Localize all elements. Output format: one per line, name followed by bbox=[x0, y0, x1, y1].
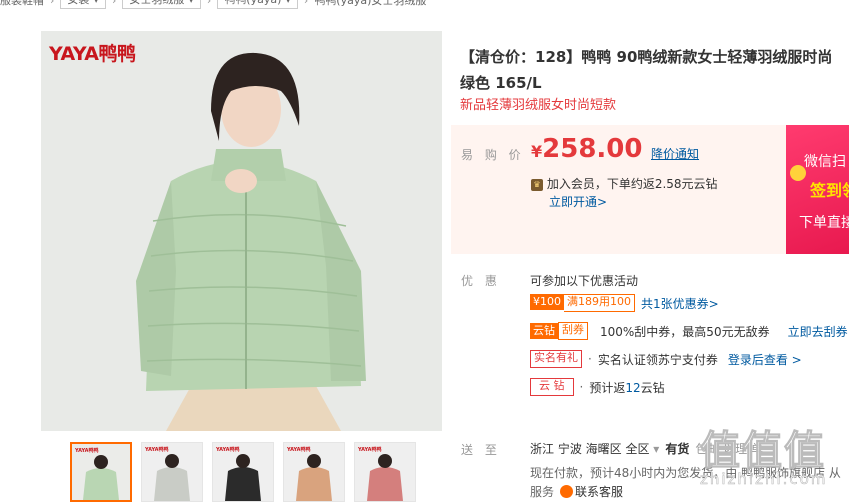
realname-row: 实名有礼 · 实名认证领苏宁支付券 登录后查看 > bbox=[530, 350, 802, 368]
brand-logo: YAYA鸭鸭 bbox=[49, 43, 136, 65]
price-drop-notify-link[interactable]: 降价通知 bbox=[651, 145, 699, 162]
thumbnail[interactable]: YAYA鸭鸭 bbox=[141, 442, 203, 502]
chevron-down-icon: ▾ bbox=[188, 0, 194, 8]
guaquan-row: 云钻 刮券 100%刮中券，最高50元无敌券 立即去刮券 bbox=[530, 322, 848, 340]
chevron-down-icon: ▾ bbox=[653, 442, 660, 456]
guaquan-link[interactable]: 立即去刮券 bbox=[788, 323, 848, 340]
location-selector[interactable]: 浙江 宁波 海曙区 全区 ▾ bbox=[530, 440, 659, 457]
wechat-promo-banner[interactable]: 微信扫 签到领 下单直接 bbox=[786, 125, 849, 254]
coupon-row: ¥100 满189用100 共1张优惠券> bbox=[530, 294, 719, 312]
customer-service-icon bbox=[560, 485, 574, 498]
product-title-line2: 绿色 165/L bbox=[460, 74, 542, 92]
main-product-image[interactable]: YAYA鸭鸭 bbox=[41, 31, 442, 431]
chevron-right-icon: › bbox=[303, 0, 309, 7]
chevron-right-icon: › bbox=[111, 0, 117, 7]
realname-link[interactable]: 登录后查看 > bbox=[728, 351, 802, 368]
product-title: 【清仓价：128】鸭鸭 90鸭绒新款女士轻薄羽绒服时尚 绿色 165/L bbox=[460, 44, 849, 96]
chevron-down-icon: ▾ bbox=[285, 0, 291, 8]
breadcrumb-dropdown-women[interactable]: 女装▾ bbox=[60, 0, 106, 9]
offers-intro: 可参加以下优惠活动 bbox=[530, 274, 639, 288]
watermark: 值值值 bbox=[700, 428, 826, 475]
dot-divider: · bbox=[579, 380, 584, 394]
thumbnail[interactable]: YAYA鸭鸭 bbox=[212, 442, 274, 502]
crown-icon: ♛ bbox=[531, 178, 543, 191]
coupon-tag[interactable]: ¥100 满189用100 bbox=[530, 294, 635, 312]
offers-label: 优 惠 bbox=[461, 274, 501, 288]
yunzuan-rebate: 预计返12云钻 bbox=[589, 380, 665, 395]
chevron-right-icon: › bbox=[50, 0, 55, 7]
coupon-link[interactable]: 共1张优惠券> bbox=[641, 295, 719, 312]
member-open-link[interactable]: 立即开通> bbox=[549, 193, 607, 210]
watermark-url: zhizhizhi.com bbox=[700, 470, 828, 489]
contact-service-link[interactable]: 联系客服 bbox=[575, 483, 623, 500]
price-label: 易 购 价 bbox=[461, 148, 525, 162]
breadcrumb-dropdown-brand[interactable]: 鸭鸭(yaya)▾ bbox=[217, 0, 298, 9]
service-label: 服务 bbox=[530, 485, 555, 499]
delivery-label: 送 至 bbox=[461, 443, 501, 457]
yunzuan-row: 云 钻 · 预计返12云钻 bbox=[530, 378, 665, 396]
chevron-down-icon: ▾ bbox=[93, 0, 99, 8]
stock-status: 有货 bbox=[665, 442, 690, 456]
product-title-line1: 【清仓价：128】鸭鸭 90鸭绒新款女士轻薄羽绒服时尚 bbox=[460, 48, 833, 66]
realname-tag: 实名有礼 bbox=[530, 350, 582, 368]
breadcrumb: 服装鞋帽 › 女装▾ › 女士羽绒服▾ › 鸭鸭(yaya)▾ › 鸭鸭(yay… bbox=[0, 0, 426, 9]
chevron-right-icon: › bbox=[206, 0, 212, 7]
guaquan-tag: 刮券 bbox=[558, 322, 588, 340]
yunzuan-tag: 云钻 bbox=[530, 323, 558, 339]
guaquan-text: 100%刮中券，最高50元无敌券 bbox=[600, 324, 770, 339]
thumbnail[interactable]: YAYA鸭鸭 bbox=[70, 442, 132, 502]
price-value: ¥258.00 bbox=[531, 134, 643, 164]
thumbnail[interactable]: YAYA鸭鸭 bbox=[283, 442, 345, 502]
product-photo bbox=[41, 31, 442, 431]
breadcrumb-item-category[interactable]: 服装鞋帽 bbox=[0, 0, 44, 8]
breadcrumb-dropdown-downjacket[interactable]: 女士羽绒服▾ bbox=[122, 0, 201, 9]
product-subtitle: 新品轻薄羽绒服女时尚短款 bbox=[460, 98, 617, 113]
member-info: ♛ 加入会员，下单约返2.58元云钻 bbox=[531, 175, 718, 192]
breadcrumb-current: 鸭鸭(yaya)女士羽绒服 bbox=[314, 0, 427, 7]
dot-divider: · bbox=[588, 352, 592, 366]
thumbnail-strip: YAYA鸭鸭 YAYA鸭鸭 YAYA鸭鸭 YAYA鸭鸭 YAYA鸭鸭 bbox=[70, 442, 416, 502]
yunzuan-tag-2: 云 钻 bbox=[530, 378, 574, 396]
service-row: 服务 联系客服 bbox=[530, 483, 623, 500]
thumbnail[interactable]: YAYA鸭鸭 bbox=[354, 442, 416, 502]
realname-text: 实名认证领苏宁支付券 bbox=[597, 352, 718, 367]
